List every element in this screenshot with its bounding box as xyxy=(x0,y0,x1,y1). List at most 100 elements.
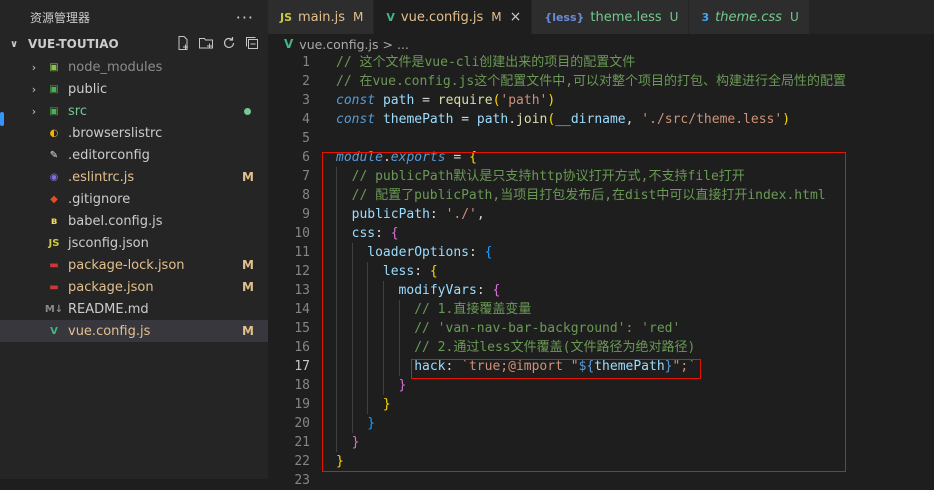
tree-item[interactable]: ◐ .browserslistrc xyxy=(0,122,268,144)
tab-label: theme.css xyxy=(715,9,782,25)
code-editor[interactable]: 1 // 这个文件是vue-cli创建出来的项目的配置文件 2 // 在vue.con… xyxy=(268,53,934,490)
code-line[interactable]: 9 publicPath: './', xyxy=(268,205,934,224)
tree-item[interactable]: M↓ README.md xyxy=(0,298,268,320)
indent-guide xyxy=(336,395,337,414)
refresh-icon[interactable] xyxy=(221,35,237,51)
code-line[interactable]: 5 xyxy=(268,129,934,148)
code-token: : xyxy=(469,245,485,260)
code-content: loaderOptions: { xyxy=(367,243,492,262)
tab-theme-css[interactable]: 3 theme.css U xyxy=(689,0,810,34)
indent-guide xyxy=(336,262,337,281)
modified-badge: M xyxy=(242,258,254,272)
tree-item[interactable]: ʙ babel.config.js xyxy=(0,210,268,232)
code-line[interactable]: 16 // 2.通过less文件覆盖(文件路径为绝对路径) xyxy=(268,338,934,357)
tree-item[interactable]: › ▣ src xyxy=(0,100,268,122)
indent-guide xyxy=(351,414,353,433)
code-token: ) xyxy=(782,112,791,127)
code-line[interactable]: 8 // 配置了publicPath,当项目打包发布后,在dist中可以直接打开i… xyxy=(268,186,934,205)
code-token: const xyxy=(336,112,376,127)
code-token: ${ xyxy=(578,359,595,374)
more-actions-icon[interactable]: ··· xyxy=(236,8,254,27)
code-line[interactable]: 14 // 1.直接覆盖变量 xyxy=(268,300,934,319)
code-token: __dirname xyxy=(555,112,626,127)
close-icon[interactable]: × xyxy=(510,9,522,25)
project-section-header[interactable]: ∨ VUE-TOUTIAO xyxy=(0,34,268,54)
code-line[interactable]: 21} xyxy=(268,433,934,452)
chevron-right-icon[interactable]: › xyxy=(26,105,42,118)
code-token: : xyxy=(429,207,446,222)
code-token: exports xyxy=(390,150,446,165)
tree-item[interactable]: ✎ .editorconfig xyxy=(0,144,268,166)
code-token: 'path' xyxy=(500,93,548,108)
tab-theme-less[interactable]: {less} theme.less U xyxy=(532,0,690,34)
code-line[interactable]: 3 const path = require('path') xyxy=(268,91,934,110)
code-token: './src/theme.less' xyxy=(641,112,783,127)
indent-guide xyxy=(367,376,369,395)
breadcrumb-rest[interactable]: ... xyxy=(397,37,409,52)
tree-item[interactable]: › ▣ public xyxy=(0,78,268,100)
code-token: , xyxy=(625,112,642,127)
tree-item[interactable]: › ▣ node_modules xyxy=(0,56,268,78)
indent-guide xyxy=(367,281,369,300)
tab-vue-config-js[interactable]: Vvue.config.js M × xyxy=(374,0,533,34)
code-content: const path = require('path') xyxy=(336,91,555,110)
code-line[interactable]: 17 hack: `true;@import "${themePath}";` xyxy=(268,357,934,376)
code-line[interactable]: 2 // 在vue.config.js这个配置文件中,可以对整个项目的打包、构建进… xyxy=(268,72,934,91)
folder-node-icon: ▣ xyxy=(49,61,59,73)
line-number: 14 xyxy=(294,302,310,317)
new-file-icon[interactable] xyxy=(175,35,191,51)
tree-item[interactable]: ▬ package.json M xyxy=(0,276,268,298)
tree-item-label: vue.config.js xyxy=(68,323,151,339)
tab-status: U xyxy=(789,10,799,24)
code-token: themePath xyxy=(382,112,454,127)
code-content: } xyxy=(336,452,344,471)
code-token: : xyxy=(414,264,430,279)
code-line[interactable]: 10 css: { xyxy=(268,224,934,243)
tab-main-js[interactable]: JS main.js M xyxy=(268,0,375,34)
indent-guide xyxy=(336,300,337,319)
chevron-right-icon[interactable]: › xyxy=(26,83,42,96)
code-token: . xyxy=(382,150,391,165)
code-token: = xyxy=(453,112,477,127)
new-folder-icon[interactable] xyxy=(198,35,214,51)
code-line[interactable]: 22} xyxy=(268,452,934,471)
tree-item[interactable]: ◉ .eslintrc.js M xyxy=(0,166,268,188)
line-number: 23 xyxy=(294,473,310,488)
code-token: : xyxy=(476,283,493,298)
code-line[interactable]: 11 loaderOptions: { xyxy=(268,243,934,262)
code-line[interactable]: 7 // publicPath默认是只支持http协议打开方式,不支持file打开 xyxy=(268,167,934,186)
tree-item-label: jsconfig.json xyxy=(68,235,149,251)
code-token: join xyxy=(516,112,548,127)
tree-item[interactable]: Vvue.config.js M xyxy=(0,320,268,342)
indent-guide xyxy=(382,300,384,319)
line-number: 16 xyxy=(294,340,310,355)
tree-item[interactable]: ◆ .gitignore xyxy=(0,188,268,210)
code-line[interactable]: 15 // 'van-nav-bar-background': 'red' xyxy=(268,319,934,338)
indent-guide xyxy=(336,167,337,186)
indent-guide xyxy=(382,357,384,376)
code-line[interactable]: 6 module.exports = { xyxy=(268,148,934,167)
code-line[interactable]: 19} xyxy=(268,395,934,414)
code-line[interactable]: 13 modifyVars: { xyxy=(268,281,934,300)
collapse-all-icon[interactable] xyxy=(244,35,260,51)
tree-item[interactable]: JS jsconfig.json xyxy=(0,232,268,254)
breadcrumb-file[interactable]: vue.config.js xyxy=(299,37,378,52)
chevron-down-icon: ∨ xyxy=(10,38,19,50)
tree-item[interactable]: ▬ package-lock.json M xyxy=(0,254,268,276)
npm-icon: ▬ xyxy=(49,259,59,271)
code-line[interactable]: 18} xyxy=(268,376,934,395)
code-line[interactable]: 23 xyxy=(268,471,934,490)
code-token: } xyxy=(367,416,376,431)
code-content: // publicPath默认是只支持http协议打开方式,不支持file打开 xyxy=(352,167,745,186)
code-content: less: { xyxy=(383,262,438,281)
code-line[interactable]: 4 const themePath = path.join(__dirname, … xyxy=(268,110,934,129)
code-line[interactable]: 12 less: { xyxy=(268,262,934,281)
code-line[interactable]: 20} xyxy=(268,414,934,433)
code-token: = xyxy=(445,150,470,165)
code-line[interactable]: 1 // 这个文件是vue-cli创建出来的项目的配置文件 xyxy=(268,53,934,72)
tree-item-label: .gitignore xyxy=(68,191,131,207)
modified-badge: M xyxy=(242,170,254,184)
code-token: } xyxy=(398,378,407,393)
chevron-right-icon[interactable]: › xyxy=(26,61,42,74)
editorconfig-icon: ✎ xyxy=(49,149,59,161)
